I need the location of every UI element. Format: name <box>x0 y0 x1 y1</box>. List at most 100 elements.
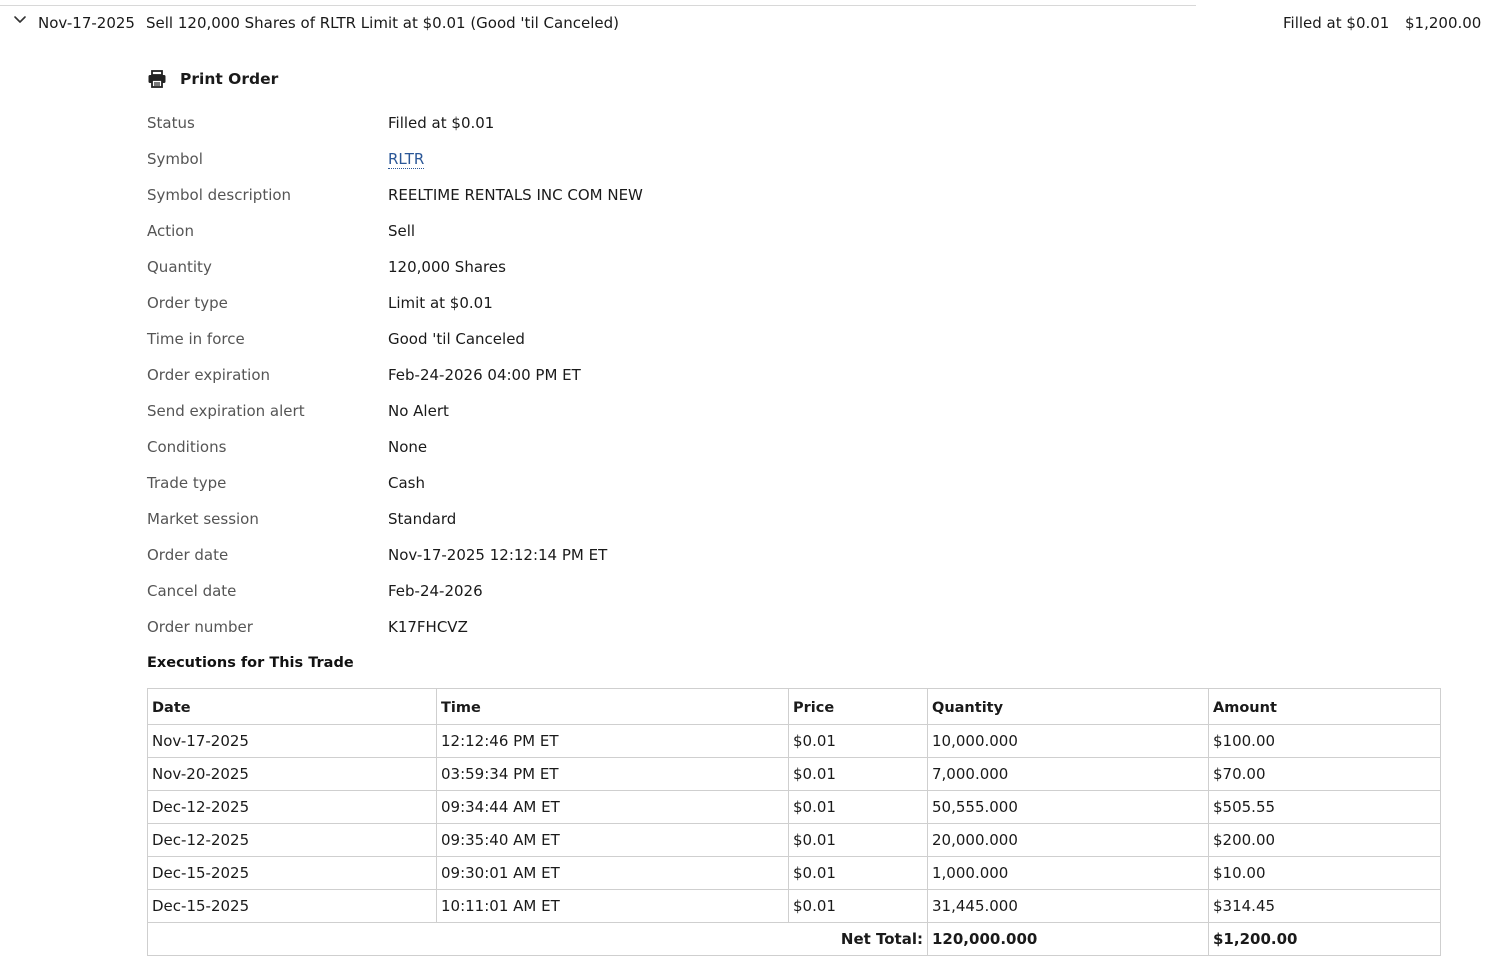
table-row: Dec-12-2025 09:35:40 AM ET $0.01 20,000.… <box>147 823 1441 857</box>
detail-row-expiration-alert: Send expiration alert No Alert <box>147 394 1047 430</box>
cell-quantity: 10,000.000 <box>927 724 1209 758</box>
column-header-time: Time <box>436 688 789 725</box>
detail-value: Limit at $0.01 <box>388 294 493 312</box>
cell-time: 10:11:01 AM ET <box>436 889 789 923</box>
cell-time: 09:30:01 AM ET <box>436 856 789 890</box>
detail-label: Trade type <box>147 474 227 492</box>
detail-value: Filled at $0.01 <box>388 114 495 132</box>
order-date: Nov-17-2025 <box>38 14 135 32</box>
cell-date: Dec-15-2025 <box>147 889 437 923</box>
order-status: Filled at $0.01 <box>1283 14 1390 32</box>
column-header-price: Price <box>788 688 928 725</box>
cell-amount: $10.00 <box>1208 856 1441 890</box>
column-header-date: Date <box>147 688 437 725</box>
detail-row-conditions: Conditions None <box>147 430 1047 466</box>
cell-price: $0.01 <box>788 724 928 758</box>
order-summary-row[interactable]: Nov-17-2025 Sell 120,000 Shares of RLTR … <box>0 0 1498 46</box>
detail-label: Cancel date <box>147 582 237 600</box>
order-amount: $1,200.00 <box>1405 14 1482 32</box>
printer-icon <box>148 70 166 88</box>
cell-amount: $505.55 <box>1208 790 1441 824</box>
detail-value: Sell <box>388 222 416 240</box>
cell-amount: $70.00 <box>1208 757 1441 791</box>
detail-value: Feb-24-2026 <box>388 582 483 600</box>
detail-value: Good 'til Canceled <box>388 330 525 348</box>
detail-value: No Alert <box>388 402 449 420</box>
symbol-link[interactable]: RLTR <box>388 150 425 169</box>
detail-value: 120,000 Shares <box>388 258 506 276</box>
print-order-button[interactable]: Print Order <box>147 68 278 90</box>
net-total-quantity: 120,000.000 <box>927 922 1209 956</box>
detail-row-action: Action Sell <box>147 214 1047 250</box>
cell-price: $0.01 <box>788 790 928 824</box>
detail-row-quantity: Quantity 120,000 Shares <box>147 250 1047 286</box>
detail-label: Order expiration <box>147 366 271 384</box>
cell-amount: $200.00 <box>1208 823 1441 857</box>
net-total-label: Net Total: <box>147 922 928 956</box>
table-header-row: Date Time Price Quantity Amount <box>147 688 1441 725</box>
table-row: Nov-20-2025 03:59:34 PM ET $0.01 7,000.0… <box>147 757 1441 791</box>
cell-amount: $100.00 <box>1208 724 1441 758</box>
detail-value: Nov-17-2025 12:12:14 PM ET <box>388 546 608 564</box>
detail-label: Symbol <box>147 150 203 168</box>
detail-row-symbol-description: Symbol description REELTIME RENTALS INC … <box>147 178 1047 214</box>
detail-label: Symbol description <box>147 186 292 204</box>
cell-date: Dec-15-2025 <box>147 856 437 890</box>
detail-row-order-expiration: Order expiration Feb-24-2026 04:00 PM ET <box>147 358 1047 394</box>
detail-label: Send expiration alert <box>147 402 305 420</box>
cell-price: $0.01 <box>788 889 928 923</box>
cell-time: 03:59:34 PM ET <box>436 757 789 791</box>
detail-label: Order number <box>147 618 253 636</box>
detail-row-order-number: Order number K17FHCVZ <box>147 610 1047 646</box>
cell-quantity: 31,445.000 <box>927 889 1209 923</box>
detail-value: RLTR <box>388 150 425 169</box>
net-total-amount: $1,200.00 <box>1208 922 1441 956</box>
cell-quantity: 7,000.000 <box>927 757 1209 791</box>
detail-row-time-in-force: Time in force Good 'til Canceled <box>147 322 1047 358</box>
detail-label: Status <box>147 114 195 132</box>
cell-quantity: 1,000.000 <box>927 856 1209 890</box>
detail-value: Cash <box>388 474 425 492</box>
detail-row-order-type: Order type Limit at $0.01 <box>147 286 1047 322</box>
table-row: Dec-12-2025 09:34:44 AM ET $0.01 50,555.… <box>147 790 1441 824</box>
cell-date: Nov-17-2025 <box>147 724 437 758</box>
print-order-label: Print Order <box>180 70 279 88</box>
cell-time: 09:35:40 AM ET <box>436 823 789 857</box>
cell-amount: $314.45 <box>1208 889 1441 923</box>
detail-label: Order date <box>147 546 229 564</box>
cell-time: 12:12:46 PM ET <box>436 724 789 758</box>
executions-title: Executions for This Trade <box>147 655 354 671</box>
cell-time: 09:34:44 AM ET <box>436 790 789 824</box>
column-header-quantity: Quantity <box>927 688 1209 725</box>
table-row: Dec-15-2025 10:11:01 AM ET $0.01 31,445.… <box>147 889 1441 923</box>
detail-value: K17FHCVZ <box>388 618 468 636</box>
detail-value: None <box>388 438 428 456</box>
table-row: Nov-17-2025 12:12:46 PM ET $0.01 10,000.… <box>147 724 1441 758</box>
detail-label: Market session <box>147 510 259 528</box>
chevron-down-icon[interactable] <box>12 12 28 28</box>
detail-row-symbol: Symbol RLTR <box>147 142 1047 178</box>
cell-price: $0.01 <box>788 757 928 791</box>
order-description: Sell 120,000 Shares of RLTR Limit at $0.… <box>146 14 619 32</box>
table-total-row: Net Total: 120,000.000 $1,200.00 <box>147 922 1441 956</box>
detail-label: Order type <box>147 294 228 312</box>
executions-table: Date Time Price Quantity Amount Nov-17-2… <box>147 688 1441 956</box>
cell-price: $0.01 <box>788 823 928 857</box>
detail-row-status: Status Filled at $0.01 <box>147 106 1047 142</box>
detail-value: REELTIME RENTALS INC COM NEW <box>388 186 643 204</box>
detail-row-market-session: Market session Standard <box>147 502 1047 538</box>
detail-value: Feb-24-2026 04:00 PM ET <box>388 366 581 384</box>
detail-row-trade-type: Trade type Cash <box>147 466 1047 502</box>
detail-row-cancel-date: Cancel date Feb-24-2026 <box>147 574 1047 610</box>
detail-label: Action <box>147 222 194 240</box>
detail-label: Time in force <box>147 330 245 348</box>
table-row: Dec-15-2025 09:30:01 AM ET $0.01 1,000.0… <box>147 856 1441 890</box>
detail-value: Standard <box>388 510 457 528</box>
cell-date: Nov-20-2025 <box>147 757 437 791</box>
detail-row-order-date: Order date Nov-17-2025 12:12:14 PM ET <box>147 538 1047 574</box>
cell-date: Dec-12-2025 <box>147 790 437 824</box>
cell-price: $0.01 <box>788 856 928 890</box>
column-header-amount: Amount <box>1208 688 1441 725</box>
detail-label: Conditions <box>147 438 227 456</box>
detail-label: Quantity <box>147 258 212 276</box>
